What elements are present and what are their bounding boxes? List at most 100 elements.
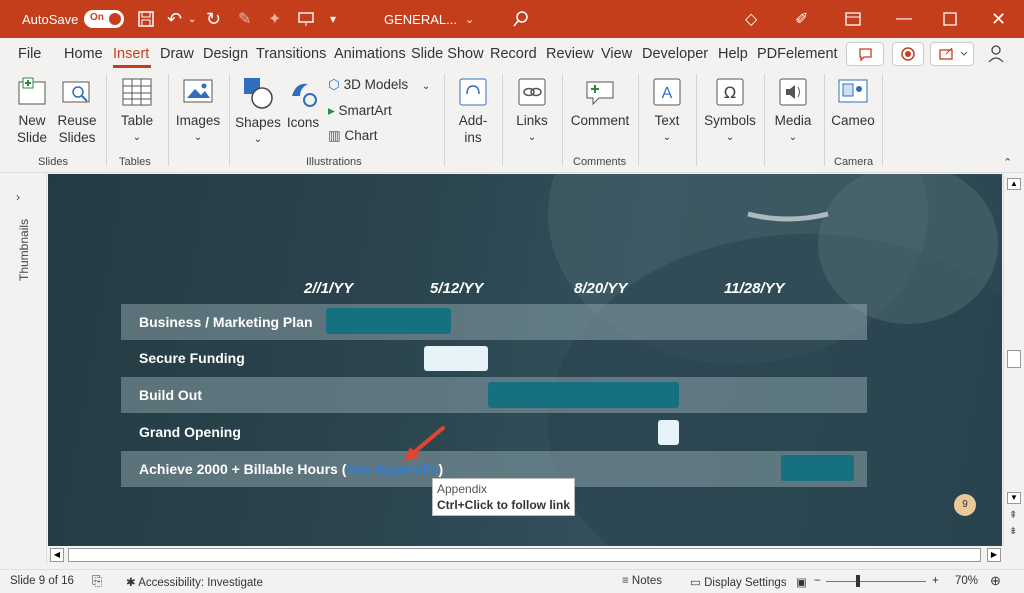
- timeline-date: 2//1/YY: [304, 280, 353, 297]
- timeline-date: 11/28/YY: [724, 280, 785, 297]
- annotation-arrow: [398, 424, 448, 464]
- tooltip-title: Appendix: [437, 481, 570, 497]
- tab-developer[interactable]: Developer: [642, 46, 708, 62]
- scroll-right-icon[interactable]: ▶: [987, 548, 1001, 562]
- autosave-toggle[interactable]: On: [84, 10, 124, 28]
- vertical-scrollbar[interactable]: ▲ ▼ ⇞ ⇟: [1003, 174, 1024, 546]
- zoom-slider[interactable]: [826, 581, 926, 582]
- fit-to-window-icon[interactable]: ⊕: [990, 573, 1001, 589]
- next-slide-icon[interactable]: ⇟: [1009, 526, 1017, 537]
- gantt-bar[interactable]: [658, 420, 679, 445]
- timeline-row: Secure Funding: [121, 340, 867, 376]
- wand-icon[interactable]: ✦: [268, 0, 281, 38]
- tab-slide-show[interactable]: Slide Show: [411, 46, 484, 62]
- tab-review[interactable]: Review: [546, 46, 594, 62]
- tab-animations[interactable]: Animations: [334, 46, 406, 62]
- collapse-ribbon-icon[interactable]: ⌃: [1003, 156, 1012, 169]
- title-bar: AutoSave On ↶ ⌄ ↻ ✎ ✦ ▾ GENERAL...⌄ ◇ ✐ …: [0, 0, 1024, 38]
- undo-icon[interactable]: ↶: [167, 0, 182, 38]
- previous-slide-icon[interactable]: ⇞: [1009, 510, 1017, 521]
- comments-button[interactable]: [846, 42, 884, 66]
- tab-file[interactable]: File: [18, 46, 41, 62]
- media-button[interactable]: Media ⌄: [770, 76, 816, 146]
- symbols-button[interactable]: Ω Symbols ⌄: [703, 76, 757, 146]
- normal-view-icon[interactable]: ▣: [796, 575, 807, 589]
- smartart-button[interactable]: ▸ SmartArt: [328, 102, 392, 119]
- scroll-thumb[interactable]: [1007, 350, 1021, 368]
- gantt-bar[interactable]: [326, 308, 451, 334]
- shapes-button[interactable]: Shapes ⌄: [234, 76, 282, 148]
- thumbnails-label[interactable]: Thumbnails: [17, 241, 31, 281]
- tab-view[interactable]: View: [601, 46, 632, 62]
- thumbnails-pane: › Thumbnails: [0, 174, 47, 564]
- tab-draw[interactable]: Draw: [160, 46, 194, 62]
- new-slide-button[interactable]: New Slide: [10, 76, 54, 146]
- document-title[interactable]: GENERAL...⌄: [384, 0, 474, 38]
- scroll-up-icon[interactable]: ▲: [1007, 178, 1021, 190]
- text-button[interactable]: A Text ⌄: [646, 76, 688, 146]
- search-icon[interactable]: [512, 0, 530, 38]
- redo-icon[interactable]: ↻: [206, 0, 221, 38]
- addins-button[interactable]: Add- ins: [452, 76, 494, 146]
- new-comment-button[interactable]: Comment: [568, 76, 632, 129]
- coauthor-icon[interactable]: [988, 44, 1008, 69]
- zoom-slider-thumb[interactable]: [856, 575, 860, 587]
- group-camera-label: Camera: [834, 156, 873, 168]
- tab-record[interactable]: Record: [490, 46, 537, 62]
- svg-text:A: A: [662, 85, 673, 102]
- pen-icon[interactable]: ✎: [238, 0, 251, 38]
- diamond-icon[interactable]: ◇: [745, 0, 757, 38]
- display-settings-button[interactable]: ▭ Display Settings: [690, 575, 787, 589]
- timeline-row: Grand Opening: [121, 414, 867, 450]
- slide-canvas[interactable]: 2//1/YY 5/12/YY 8/20/YY 11/28/YY Busines…: [48, 174, 1002, 546]
- tab-design[interactable]: Design: [203, 46, 248, 62]
- maximize-icon[interactable]: [943, 0, 957, 38]
- notes-button[interactable]: ≡ Notes: [622, 575, 662, 587]
- tab-pdfelement[interactable]: PDFelement: [757, 46, 838, 62]
- horizontal-scroll-thumb[interactable]: [68, 548, 981, 562]
- notes-icon: ≡: [622, 575, 629, 587]
- timeline-row: Business / Marketing Plan: [121, 304, 867, 340]
- present-icon[interactable]: [298, 0, 314, 38]
- links-button[interactable]: Links ⌄: [510, 76, 554, 146]
- spelling-icon[interactable]: ⎘: [92, 573, 102, 589]
- accessibility-status[interactable]: ✱ Accessibility: Investigate: [126, 575, 263, 589]
- tab-home[interactable]: Home: [64, 46, 103, 62]
- row-label: Grand Opening: [139, 424, 241, 440]
- undo-dropdown-icon[interactable]: ⌄: [188, 0, 196, 38]
- gantt-bar[interactable]: [488, 382, 679, 408]
- cameo-button[interactable]: Cameo: [830, 76, 876, 129]
- expand-thumbnails-icon[interactable]: ›: [16, 190, 20, 204]
- ribbon-display-icon[interactable]: [845, 0, 861, 38]
- icons-button[interactable]: Icons: [284, 76, 322, 131]
- images-button[interactable]: Images ⌄: [174, 76, 222, 146]
- table-button[interactable]: Table ⌄: [115, 76, 159, 146]
- scroll-down-icon[interactable]: ▼: [1007, 492, 1021, 504]
- customize-toolbar-icon[interactable]: ▾: [330, 0, 336, 38]
- scroll-left-icon[interactable]: ◀: [50, 548, 64, 562]
- tooltip-hint: Ctrl+Click to follow link: [437, 497, 570, 513]
- zoom-level[interactable]: 70%: [955, 575, 978, 587]
- gantt-bar[interactable]: [424, 346, 488, 371]
- close-icon[interactable]: ✕: [991, 0, 1006, 38]
- record-button[interactable]: [892, 42, 924, 66]
- timeline-date: 5/12/YY: [430, 280, 483, 297]
- zoom-in-button[interactable]: +: [932, 575, 939, 587]
- save-icon[interactable]: [137, 0, 155, 38]
- reuse-slides-button[interactable]: Reuse Slides: [57, 76, 97, 146]
- pen-tool-icon[interactable]: ✐: [795, 0, 808, 38]
- horizontal-scrollbar[interactable]: ◀ ▶: [48, 546, 1003, 564]
- tab-insert[interactable]: Insert: [113, 46, 149, 62]
- row-label: Secure Funding: [139, 350, 245, 366]
- ribbon-tabs: File Home Insert Draw Design Transitions…: [0, 38, 1024, 70]
- group-comments-label: Comments: [573, 156, 626, 168]
- chart-button[interactable]: ▥ Chart: [328, 127, 378, 144]
- share-button[interactable]: [930, 42, 974, 66]
- hyperlink-tooltip: Appendix Ctrl+Click to follow link: [432, 478, 575, 516]
- minimize-icon[interactable]: —: [896, 0, 912, 38]
- gantt-bar[interactable]: [781, 455, 854, 481]
- tab-transitions[interactable]: Transitions: [256, 46, 326, 62]
- zoom-out-button[interactable]: −: [814, 575, 821, 587]
- tab-help[interactable]: Help: [718, 46, 748, 62]
- 3d-models-button[interactable]: ⬡ 3D Models ⌄: [328, 76, 430, 95]
